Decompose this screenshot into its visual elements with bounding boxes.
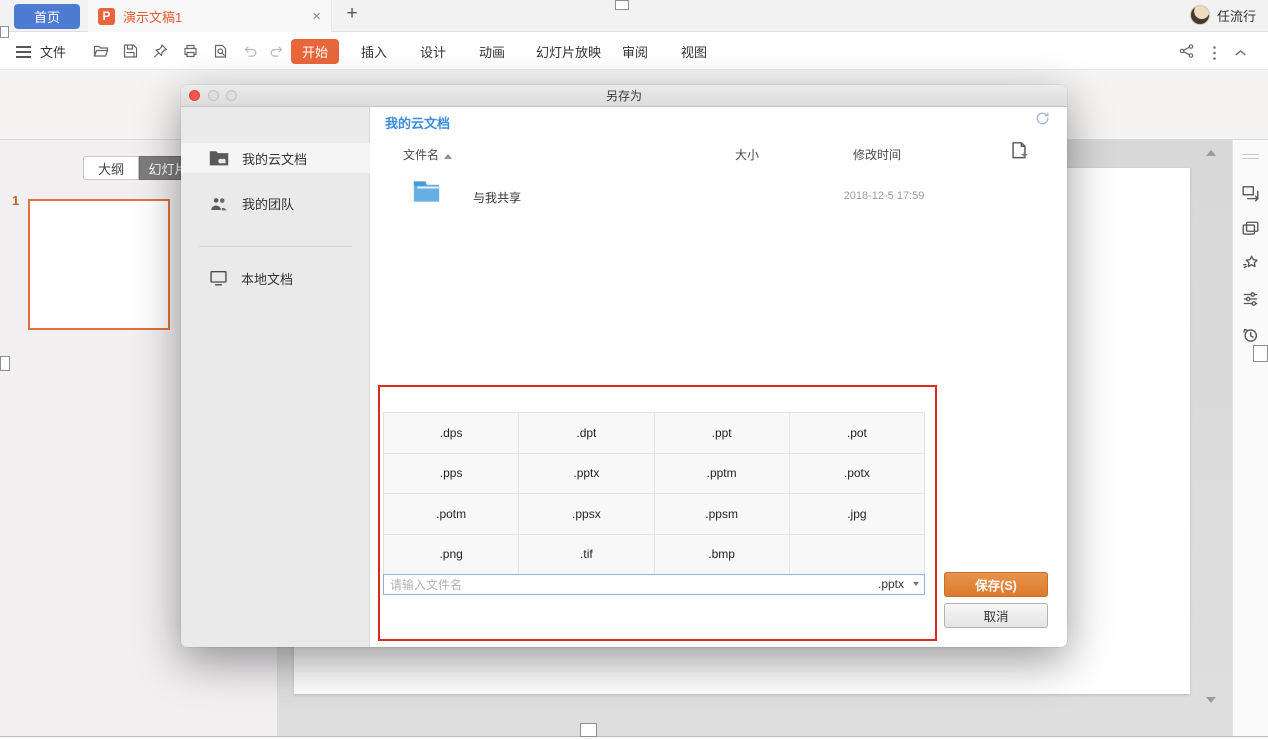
sidebar-item-label: 我的云文档	[242, 149, 307, 168]
slides-switch-icon[interactable]	[1241, 184, 1260, 202]
folder-blue-icon	[413, 180, 440, 203]
new-folder-icon[interactable]	[1009, 141, 1029, 160]
dialog-zoom-icon[interactable]	[226, 90, 237, 101]
slide-layout-icon[interactable]	[1241, 220, 1260, 238]
selection-handle-top-center[interactable]	[615, 0, 629, 10]
selection-handle-right-middle[interactable]	[1253, 345, 1268, 362]
panel-grip-handle[interactable]	[1242, 154, 1259, 162]
file-row-modified: 2018-12-5 17:59	[829, 190, 939, 202]
user-name: 任流行	[1217, 6, 1256, 25]
column-header-modified[interactable]: 修改时间	[847, 146, 907, 163]
more-options-kebab-icon[interactable]	[1212, 45, 1217, 61]
menu-slideshow[interactable]: 幻灯片放映	[536, 32, 601, 70]
menu-start-active[interactable]: 开始	[291, 39, 339, 64]
print-preview-icon[interactable]	[212, 43, 229, 59]
right-tool-panel	[1232, 140, 1268, 739]
column-header-filename[interactable]: 文件名	[403, 146, 452, 163]
computer-icon	[209, 270, 228, 286]
selection-handle-bottom-center[interactable]	[580, 723, 597, 737]
cloud-folder-icon	[209, 150, 229, 166]
save-icon[interactable]	[122, 43, 139, 59]
dialog-minimize-icon[interactable]	[208, 90, 219, 101]
annotation-red-rectangle	[378, 385, 937, 641]
menu-view[interactable]: 视图	[681, 32, 707, 70]
file-row-name[interactable]: 与我共享	[473, 189, 521, 206]
menu-design[interactable]: 设计	[420, 32, 446, 70]
sort-ascending-icon	[444, 154, 452, 159]
save-button[interactable]: 保存(S)	[944, 572, 1048, 597]
selection-handle-top-left[interactable]	[0, 26, 9, 38]
sidebar-divider	[199, 246, 352, 247]
menu-bar: 文件 开始 插入 设计 动画 幻灯片放映 审阅 视图	[0, 32, 1268, 70]
sidebar-item-local-docs[interactable]: 本地文档	[181, 263, 370, 293]
close-tab-icon[interactable]: ×	[312, 8, 321, 25]
dialog-titlebar[interactable]: 另存为	[181, 85, 1067, 107]
sidebar-item-my-team[interactable]: 我的团队	[181, 188, 370, 218]
sidebar-item-cloud-docs[interactable]: 我的云文档	[181, 143, 370, 173]
main-menu-icon[interactable]	[16, 46, 31, 61]
home-tab-button[interactable]: 首页	[14, 4, 80, 29]
user-account[interactable]: 任流行	[1190, 5, 1256, 25]
dialog-close-icon[interactable]	[189, 90, 200, 101]
undo-icon[interactable]	[242, 43, 259, 59]
slide-thumbnail[interactable]	[28, 199, 170, 330]
collapse-ribbon-icon[interactable]	[1234, 48, 1247, 57]
window-tab-bar: 首页 P 演示文稿1 × + 任流行	[0, 0, 1268, 32]
document-tab[interactable]: P 演示文稿1 ×	[88, 0, 332, 32]
redo-icon[interactable]	[268, 43, 285, 59]
user-avatar	[1190, 5, 1210, 25]
scroll-down-arrow[interactable]	[1206, 697, 1216, 703]
wps-presentation-window: 首页 P 演示文稿1 × + 任流行 文件 开始 插入 设计 动画 幻灯片放映 …	[0, 0, 1268, 739]
document-tab-title: 演示文稿1	[123, 7, 182, 26]
wps-presentation-logo-icon: P	[98, 8, 115, 25]
tab-outline[interactable]: 大纲	[83, 156, 139, 180]
print-icon[interactable]	[182, 43, 199, 59]
menu-animation[interactable]: 动画	[479, 32, 505, 70]
open-file-icon[interactable]	[92, 43, 110, 59]
menu-insert[interactable]: 插入	[361, 32, 387, 70]
properties-sliders-icon[interactable]	[1241, 290, 1260, 308]
selection-handle-left-middle[interactable]	[0, 356, 10, 371]
share-icon[interactable]	[1178, 43, 1195, 59]
history-clock-icon[interactable]	[1241, 326, 1260, 344]
output-pin-icon[interactable]	[152, 43, 169, 59]
breadcrumb-cloud-docs[interactable]: 我的云文档	[385, 113, 450, 132]
slide-number: 1	[12, 193, 19, 208]
scroll-up-arrow[interactable]	[1206, 150, 1216, 156]
sidebar-item-label: 我的团队	[242, 194, 294, 213]
animation-star-icon[interactable]	[1241, 254, 1260, 272]
new-tab-button[interactable]: +	[341, 3, 363, 25]
cancel-button[interactable]: 取消	[944, 603, 1048, 628]
sidebar-item-label: 本地文档	[241, 269, 293, 288]
refresh-icon[interactable]	[1034, 110, 1051, 127]
menu-review[interactable]: 审阅	[622, 32, 648, 70]
menu-file[interactable]: 文件	[40, 32, 66, 70]
dialog-sidebar: 我的云文档 我的团队 本地文档	[181, 107, 370, 647]
dialog-title: 另存为	[606, 89, 642, 103]
team-icon	[209, 196, 229, 211]
column-header-size[interactable]: 大小	[725, 146, 769, 163]
